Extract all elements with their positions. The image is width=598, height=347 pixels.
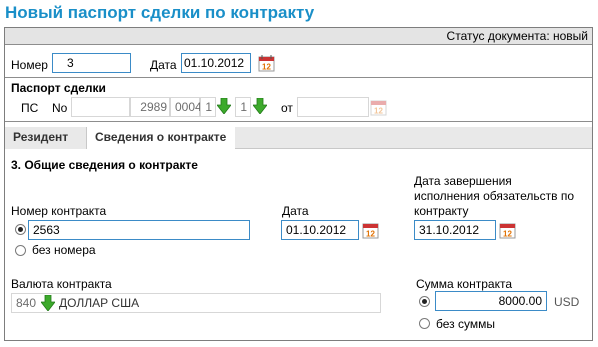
date-label: Дата [150,58,177,72]
passport-part2-input[interactable]: 2989 [130,97,170,117]
passport-part5-input[interactable]: 1 [235,97,251,117]
divider [5,121,592,122]
svg-text:12: 12 [366,230,375,239]
sum-label: Сумма контракта [416,277,512,291]
contract-date-input[interactable]: 01.10.2012 [281,220,359,240]
sum-input[interactable]: 8000.00 [435,291,547,311]
calendar-icon[interactable]: 12 [362,222,379,239]
svg-text:12: 12 [374,107,383,116]
passport-part3-input[interactable]: 0004 [170,97,202,117]
tab-strip: Резидент Сведения о контракте [5,127,592,150]
number-input[interactable]: 3 [52,53,131,73]
tab-resident[interactable]: Резидент [5,127,87,149]
currency-code: 840 [16,296,37,310]
currency-name: ДОЛЛАР США [59,296,140,310]
status-bar: Статус документа: новый [5,28,592,45]
from-label: от [281,101,293,115]
end-date-label-line3: контракту [414,204,469,218]
divider [5,77,592,78]
number-label: Номер [11,58,48,72]
svg-text:12: 12 [503,230,512,239]
calendar-icon[interactable]: 12 [370,99,387,116]
passport-date-input[interactable] [297,97,369,117]
passport-section-label: Паспорт сделки [11,81,106,95]
status-text: Статус документа: новый [446,29,588,43]
date-input[interactable]: 01.10.2012 [181,53,251,73]
contract-section-title: 3. Общие сведения о контракте [11,158,198,172]
passport-part1-input[interactable] [71,97,130,117]
arrow-down-icon[interactable] [253,98,267,114]
page-title: Новый паспорт сделки по контракту [5,3,315,22]
svg-text:12: 12 [262,63,271,72]
no-sum-label: без суммы [436,317,495,331]
sum-currency: USD [554,295,580,309]
end-date-input[interactable]: 31.10.2012 [414,220,496,240]
arrow-down-icon[interactable] [217,98,231,114]
arrow-down-icon[interactable] [41,295,55,311]
passport-part4-input[interactable]: 1 [200,97,216,117]
calendar-icon[interactable]: 12 [258,55,275,72]
currency-label: Валюта контракта [11,277,112,291]
tab-contract-info[interactable]: Сведения о контракте [87,127,235,150]
contract-number-label: Номер контракта [11,204,107,218]
contract-number-input[interactable]: 2563 [28,220,250,240]
end-date-label-line1: Дата завершения [414,174,512,188]
contract-date-label: Дата [282,204,309,218]
no-label: No [52,101,68,115]
document-frame: Статус документа: новый Номер 3 Дата 01.… [4,27,593,341]
ps-label: ПС [21,101,39,115]
sum-radio[interactable] [419,296,430,307]
no-number-radio[interactable] [15,245,26,256]
end-date-label-line2: исполнения обязательств по [414,189,575,203]
no-number-label: без номера [32,243,96,257]
no-sum-radio[interactable] [419,318,430,329]
calendar-icon[interactable]: 12 [499,222,516,239]
contract-number-radio[interactable] [15,224,26,235]
